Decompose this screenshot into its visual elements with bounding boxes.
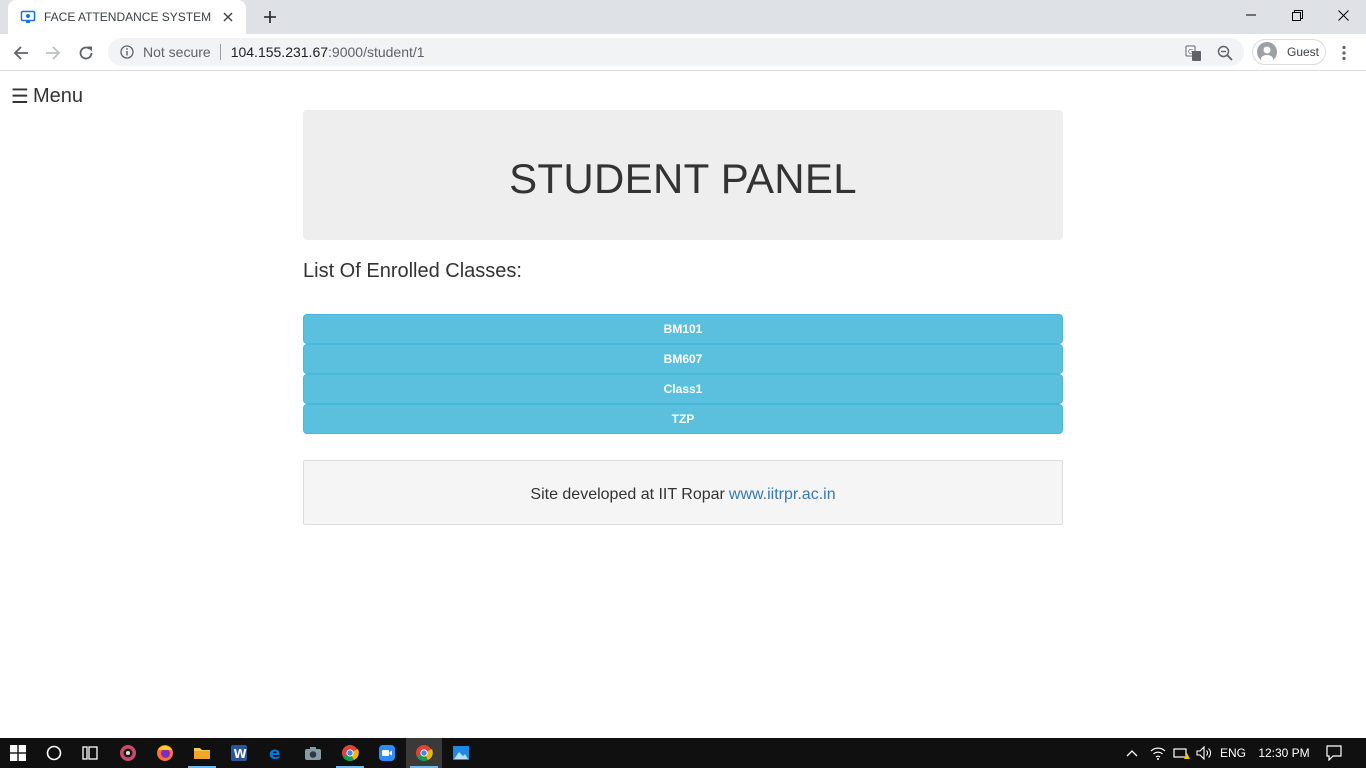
- clock[interactable]: 12:30 PM: [1252, 738, 1316, 768]
- chrome-active-icon[interactable]: [406, 738, 442, 768]
- browser-tab-strip: FACE ATTENDANCE SYSTEM: [0, 0, 1366, 34]
- windows-start-icon[interactable]: [0, 738, 36, 768]
- monitor-icon: [20, 9, 36, 25]
- chevron-up-icon[interactable]: [1122, 738, 1142, 768]
- profile-button[interactable]: Guest: [1252, 39, 1326, 65]
- restore-button[interactable]: [1274, 0, 1320, 30]
- browser-menu-button[interactable]: [1334, 41, 1354, 65]
- page-title: STUDENT PANEL: [509, 155, 857, 202]
- notifications-icon[interactable]: [1320, 738, 1348, 768]
- wifi-icon[interactable]: [1148, 738, 1168, 768]
- arrow-right-icon: [46, 46, 61, 60]
- menu-toggle[interactable]: ☰ Menu: [11, 84, 83, 109]
- footer-link[interactable]: www.iitrpr.ac.in: [729, 486, 836, 504]
- svg-text:W: W: [234, 747, 247, 761]
- word-icon[interactable]: W: [221, 738, 257, 768]
- file-explorer-icon[interactable]: [184, 738, 220, 768]
- zoom-icon[interactable]: [1216, 44, 1234, 62]
- close-window-button[interactable]: [1320, 0, 1366, 30]
- tab-close-icon[interactable]: [220, 9, 236, 25]
- class-button-bm607[interactable]: BM607: [303, 344, 1063, 374]
- menu-label: Menu: [32, 85, 83, 107]
- language-indicator[interactable]: ENG: [1216, 738, 1250, 768]
- footer: Site developed at IIT Ropar www.iitrpr.a…: [303, 460, 1063, 525]
- forward-button[interactable]: [39, 39, 67, 67]
- address-divider: [219, 44, 221, 60]
- translate-icon[interactable]: G: [1184, 44, 1202, 62]
- security-label: Not secure: [143, 44, 211, 60]
- search-icon[interactable]: [36, 738, 72, 768]
- camera-icon[interactable]: [295, 738, 331, 768]
- zoom-app-icon[interactable]: [369, 738, 405, 768]
- arrow-left-icon: [13, 46, 28, 60]
- footer-text: Site developed at IIT Ropar: [530, 485, 725, 503]
- photos-icon[interactable]: [443, 738, 479, 768]
- info-icon[interactable]: [119, 44, 135, 60]
- svg-text:e: e: [269, 744, 281, 762]
- battery-warning-icon[interactable]: [1172, 738, 1192, 768]
- header-panel: STUDENT PANEL: [303, 110, 1063, 240]
- browser-toolbar: Not secure 104.155.231.67 :9000/student/…: [0, 34, 1366, 71]
- task-view-icon[interactable]: [72, 738, 108, 768]
- tab-title: FACE ATTENDANCE SYSTEM: [44, 10, 212, 24]
- edge-icon[interactable]: e: [258, 738, 294, 768]
- avatar-icon: [1257, 42, 1277, 62]
- firefox-icon[interactable]: [147, 738, 183, 768]
- svg-text:G: G: [1188, 48, 1193, 56]
- class-list: BM101 BM607 Class1 TZP: [303, 314, 1063, 434]
- class-button-tzp[interactable]: TZP: [303, 404, 1063, 434]
- minimize-button[interactable]: [1228, 0, 1274, 30]
- kebab-icon: [1342, 45, 1346, 61]
- media-player-icon[interactable]: [110, 738, 146, 768]
- enrolled-classes-heading: List Of Enrolled Classes:: [303, 260, 522, 282]
- volume-icon[interactable]: [1194, 738, 1214, 768]
- reload-icon: [79, 46, 93, 60]
- class-button-bm101[interactable]: BM101: [303, 314, 1063, 344]
- page-content: ☰ Menu STUDENT PANEL List Of Enrolled Cl…: [0, 71, 1366, 738]
- reload-button[interactable]: [72, 39, 100, 67]
- profile-label: Guest: [1287, 45, 1320, 59]
- new-tab-button[interactable]: [258, 6, 282, 28]
- url-host: 104.155.231.67: [230, 44, 329, 60]
- url-path: :9000/student/1: [328, 44, 425, 60]
- taskbar: W e ENG 12:30 PM: [0, 738, 1366, 768]
- chrome-icon[interactable]: [332, 738, 368, 768]
- browser-tab[interactable]: FACE ATTENDANCE SYSTEM: [8, 0, 246, 34]
- class-button-class1[interactable]: Class1: [303, 374, 1063, 404]
- address-bar[interactable]: Not secure 104.155.231.67 :9000/student/…: [108, 38, 1244, 66]
- hamburger-icon: ☰: [11, 86, 29, 108]
- back-button[interactable]: [7, 39, 35, 67]
